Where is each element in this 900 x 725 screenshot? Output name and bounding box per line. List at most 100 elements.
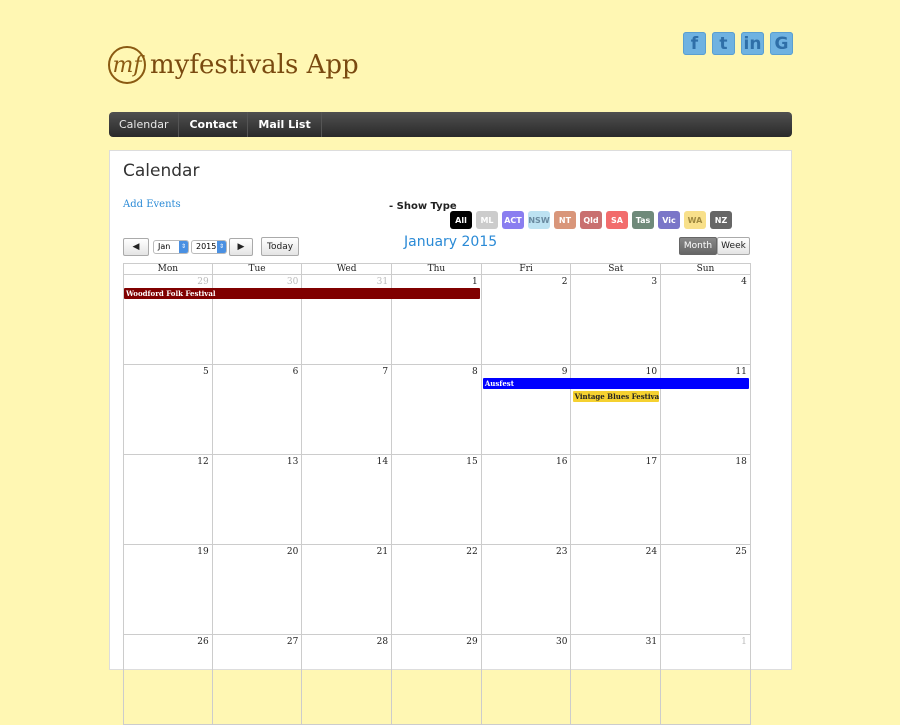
calendar-week: 29 30 31 1 2 3 4 Woodford Folk Festival (123, 275, 751, 365)
calendar-day[interactable]: 18 (661, 455, 751, 545)
calendar-day[interactable]: 8 (392, 365, 482, 455)
logo-text: myfestivals App (150, 50, 359, 80)
calendar-day[interactable]: 4 (661, 275, 751, 365)
day-number: 19 (197, 547, 209, 557)
year-select-value: 2015 (196, 242, 217, 251)
type-filter-vic[interactable]: Vic (658, 211, 680, 229)
weekday-header-tue: Tue (212, 263, 303, 275)
day-number: 6 (292, 367, 299, 377)
calendar-day[interactable]: 14 (302, 455, 393, 545)
calendar-day[interactable]: 21 (302, 545, 393, 635)
calendar-week: 12 13 14 15 16 17 18 (123, 455, 751, 545)
calendar-day[interactable]: 28 (302, 635, 393, 725)
weekday-header-fri: Fri (481, 263, 572, 275)
calendar-day[interactable]: 2 (481, 275, 572, 365)
calendar-day[interactable]: 24 (571, 545, 662, 635)
nav-item-contact[interactable]: Contact (179, 112, 249, 137)
calendar-body: 29 30 31 1 2 3 4 Woodford Folk Festival 5 6 7 8 9 10 1… (123, 275, 751, 725)
calendar-day[interactable]: 5 (123, 365, 213, 455)
day-number: 25 (735, 547, 747, 557)
nav-item-mail-list[interactable]: Mail List (248, 112, 322, 137)
app-logo[interactable]: mf myfestivals App (108, 46, 359, 84)
day-number: 27 (286, 637, 299, 647)
calendar-day[interactable]: 30 (481, 635, 572, 725)
google-icon[interactable]: G (770, 32, 793, 55)
type-filter-all[interactable]: All (450, 211, 472, 229)
chevron-updown-icon: ⇕ (179, 240, 188, 253)
calendar-event[interactable]: Vintage Blues Festival (572, 391, 660, 402)
today-button[interactable]: Today (261, 237, 300, 256)
day-number: 21 (376, 547, 389, 557)
calendar-day[interactable]: 1 (661, 635, 751, 725)
type-filter-nt[interactable]: NT (554, 211, 576, 229)
day-number: 15 (466, 457, 478, 467)
content-panel: Calendar Add Events - Show Type All ML ACT… (109, 150, 792, 725)
type-filter-wa[interactable]: WA (684, 211, 706, 229)
weekday-header-sun: Sun (661, 263, 751, 275)
nav-item-calendar[interactable]: Calendar (109, 112, 180, 137)
calendar-day[interactable]: 16 (481, 455, 572, 545)
calendar-day[interactable]: 6 (212, 365, 303, 455)
month-title: January 2015 (404, 234, 498, 250)
next-month-button[interactable]: ▶ (229, 237, 253, 256)
day-number: 5 (202, 367, 209, 377)
calendar-day[interactable]: 22 (392, 545, 482, 635)
calendar-day[interactable]: 12 (123, 455, 213, 545)
calendar-week: 26 27 28 29 30 31 1 (123, 635, 751, 725)
type-filter-nsw[interactable]: NSW (528, 211, 550, 229)
day-number: 2 (561, 277, 568, 287)
week-view-button[interactable]: Week (717, 237, 750, 255)
type-filter-act[interactable]: ACT (502, 211, 524, 229)
calendar-day[interactable]: 23 (481, 545, 572, 635)
day-number: 10 (645, 367, 658, 377)
day-number: 3 (651, 277, 658, 287)
month-view-button[interactable]: Month (679, 237, 717, 255)
twitter-icon[interactable]: t (712, 32, 735, 55)
logo-mark: mf (108, 46, 146, 84)
month-select[interactable]: Jan ⇕ (153, 239, 189, 254)
day-number: 29 (197, 277, 209, 287)
type-filter-tas[interactable]: Tas (632, 211, 654, 229)
add-events-link[interactable]: Add Events (123, 199, 181, 210)
prev-month-button[interactable]: ◀ (123, 237, 149, 256)
day-number: 4 (741, 277, 747, 287)
day-number: 28 (376, 637, 389, 647)
calendar-day[interactable]: 29 (392, 635, 482, 725)
calendar-day[interactable]: 20 (212, 545, 303, 635)
calendar-day[interactable]: 7 (302, 365, 393, 455)
type-filter-qld[interactable]: Qld (580, 211, 602, 229)
day-number: 12 (197, 457, 209, 467)
day-number: 29 (466, 637, 478, 647)
calendar-day[interactable]: 19 (123, 545, 213, 635)
calendar-day[interactable]: 15 (392, 455, 482, 545)
year-select[interactable]: 2015 ⇕ (191, 239, 227, 254)
weekday-header: Mon Tue Wed Thu Fri Sat Sun (123, 263, 751, 275)
day-number: 16 (555, 457, 568, 467)
day-number: 30 (555, 637, 568, 647)
day-number: 31 (376, 277, 389, 287)
calendar-grid: Mon Tue Wed Thu Fri Sat Sun 29 30 31 1 2 3 4 Woodford… (123, 263, 751, 725)
calendar-day[interactable]: 17 (571, 455, 662, 545)
day-number: 1 (741, 637, 747, 647)
day-number: 14 (376, 457, 389, 467)
type-filter-ml[interactable]: ML (476, 211, 498, 229)
calendar-event[interactable]: Woodford Folk Festival (124, 288, 480, 299)
calendar-day[interactable]: 27 (212, 635, 303, 725)
calendar-day[interactable]: 25 (661, 545, 751, 635)
facebook-icon[interactable]: f (683, 32, 706, 55)
calendar-day[interactable]: 31 (571, 635, 662, 725)
day-number: 30 (286, 277, 299, 287)
calendar-event[interactable]: Ausfest (482, 378, 749, 389)
calendar-day[interactable]: 26 (123, 635, 213, 725)
day-number: 8 (472, 367, 478, 377)
type-filter-sa[interactable]: SA (606, 211, 628, 229)
day-number: 7 (382, 367, 389, 377)
day-number: 18 (735, 457, 747, 467)
type-filter-nz[interactable]: NZ (710, 211, 732, 229)
calendar-day[interactable]: 3 (571, 275, 662, 365)
type-filter: All ML ACT NSW NT Qld SA Tas Vic WA NZ (450, 211, 732, 229)
calendar-day[interactable]: 13 (212, 455, 303, 545)
day-number: 24 (645, 547, 658, 557)
day-number: 22 (466, 547, 478, 557)
linkedin-icon[interactable]: in (741, 32, 764, 55)
